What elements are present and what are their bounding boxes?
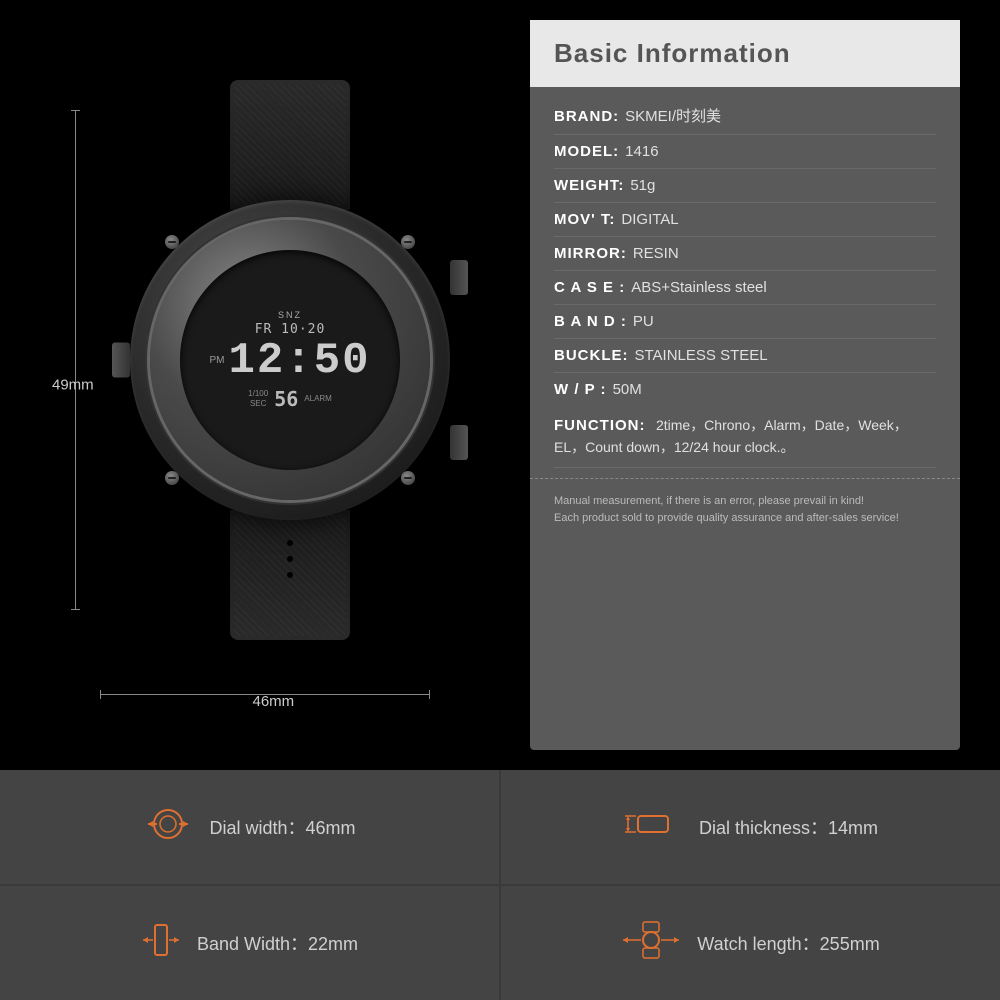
- watch-body: SNZ FR 10·20 PM 12:50 1/100 SEC 56 ALARM: [110, 80, 470, 660]
- dial-seconds: 56: [274, 387, 298, 411]
- info-row-1: MODEL: 1416: [554, 135, 936, 169]
- function-label: FUNCTION:: [554, 417, 646, 434]
- disclaimer-line-1: Manual measurement, if there is an error…: [554, 493, 936, 511]
- strap-bottom: [230, 510, 350, 640]
- screw-bottom-left: [165, 471, 179, 485]
- info-function-row: FUNCTION: 2time，Chrono，Alarm，Date，Week，E…: [554, 406, 936, 468]
- info-title: Basic Information: [554, 38, 791, 68]
- info-value-2: 51g: [630, 177, 655, 194]
- info-label-5: C A S E :: [554, 279, 625, 296]
- strap-top: [230, 80, 350, 210]
- band-width-icon: [141, 920, 181, 966]
- dial-pm: PM: [209, 355, 224, 366]
- screw-top-left: [165, 235, 179, 249]
- spec-band-width: Band Width：22mm: [0, 886, 499, 1000]
- dial-alarm-label: ALARM: [304, 394, 332, 403]
- info-label-0: BRAND:: [554, 108, 619, 125]
- band-width-label: Band Width：22mm: [197, 930, 358, 956]
- dial-width-icon: [143, 804, 193, 850]
- screw-top-right: [401, 235, 415, 249]
- watch-case: SNZ FR 10·20 PM 12:50 1/100 SEC 56 ALARM: [130, 200, 450, 520]
- button-left-mid: [112, 343, 130, 378]
- dial-time: 12:50: [228, 339, 370, 383]
- dial-snz: SNZ: [278, 310, 302, 320]
- dial-thickness-label: Dial thickness：14mm: [699, 814, 878, 840]
- dial-width-label: Dial width：46mm: [209, 814, 355, 840]
- info-row-3: MOV' T: DIGITAL: [554, 203, 936, 237]
- info-content: BRAND: SKMEI/时刻美 MODEL: 1416WEIGHT: 51g MOV' …: [530, 87, 960, 478]
- dial-date: FR 10·20: [255, 322, 326, 337]
- spec-dial-thickness: Dial thickness：14mm: [501, 770, 1000, 884]
- info-value-5: ABS+Stainless steel: [631, 279, 767, 296]
- info-value-6: PU: [633, 313, 654, 330]
- info-row-0: BRAND: SKMEI/时刻美: [554, 97, 936, 135]
- strap-holes: [287, 540, 293, 578]
- info-row-2: WEIGHT: 51g: [554, 169, 936, 203]
- watch-length-label: Watch length：255mm: [697, 930, 879, 956]
- strap-hole-3: [287, 572, 293, 578]
- info-label-3: MOV' T:: [554, 211, 615, 228]
- info-label-6: B A N D :: [554, 313, 627, 330]
- watch-bezel: SNZ FR 10·20 PM 12:50 1/100 SEC 56 ALARM: [150, 220, 430, 500]
- button-right-bottom: [450, 425, 468, 460]
- watch-image: SNZ FR 10·20 PM 12:50 1/100 SEC 56 ALARM: [100, 50, 480, 690]
- button-right-top: [450, 260, 468, 295]
- info-panel: Basic Information BRAND: SKMEI/时刻美 MODEL: 1…: [530, 20, 960, 750]
- info-value-4: RESIN: [633, 245, 679, 262]
- watch-length-icon: [621, 920, 681, 966]
- spec-dial-width: Dial width：46mm: [0, 770, 499, 884]
- info-row-7: BUCKLE: STAINLESS STEEL: [554, 339, 936, 373]
- info-label-4: MIRROR:: [554, 245, 627, 262]
- info-label-8: W / P :: [554, 381, 607, 398]
- info-value-7: STAINLESS STEEL: [635, 347, 768, 364]
- strap-hole-2: [287, 556, 293, 562]
- disclaimer: Manual measurement, if there is an error…: [530, 478, 960, 538]
- vertical-dimension-line: [75, 110, 76, 610]
- width-dimension-label: 46mm: [252, 693, 294, 710]
- dial-bottom: 1/100 SEC 56 ALARM: [248, 387, 332, 411]
- spec-watch-length: Watch length：255mm: [501, 886, 1000, 1000]
- info-label-1: MODEL:: [554, 143, 619, 160]
- info-value-1: 1416: [625, 143, 658, 160]
- info-value-8: 50M: [613, 381, 642, 398]
- info-row-8: W / P : 50M: [554, 373, 936, 406]
- info-row-5: C A S E : ABS+Stainless steel: [554, 271, 936, 305]
- strap-hole-1: [287, 540, 293, 546]
- screw-bottom-right: [401, 471, 415, 485]
- dial-sec-label: 1/100 SEC: [248, 389, 268, 408]
- disclaimer-line-2: Each product sold to provide quality ass…: [554, 510, 936, 528]
- info-value-3: DIGITAL: [621, 211, 678, 228]
- dial-time-row: PM 12:50: [209, 339, 370, 383]
- info-label-2: WEIGHT:: [554, 177, 624, 194]
- info-label-7: BUCKLE:: [554, 347, 629, 364]
- info-row-4: MIRROR: RESIN: [554, 237, 936, 271]
- info-title-bar: Basic Information: [530, 20, 960, 87]
- watch-dial: SNZ FR 10·20 PM 12:50 1/100 SEC 56 ALARM: [180, 250, 400, 470]
- dial-thickness-icon: [623, 804, 683, 850]
- info-row-6: B A N D : PU: [554, 305, 936, 339]
- specs-bar: Dial width：46mm Dial thickness：14mm: [0, 770, 1000, 1000]
- info-rows-container: BRAND: SKMEI/时刻美 MODEL: 1416WEIGHT: 51g MOV' …: [554, 97, 936, 406]
- info-value-0: SKMEI/时刻美: [625, 105, 721, 126]
- watch-panel: 49mm 46mm: [0, 0, 530, 770]
- height-dimension-label: 49mm: [52, 377, 94, 394]
